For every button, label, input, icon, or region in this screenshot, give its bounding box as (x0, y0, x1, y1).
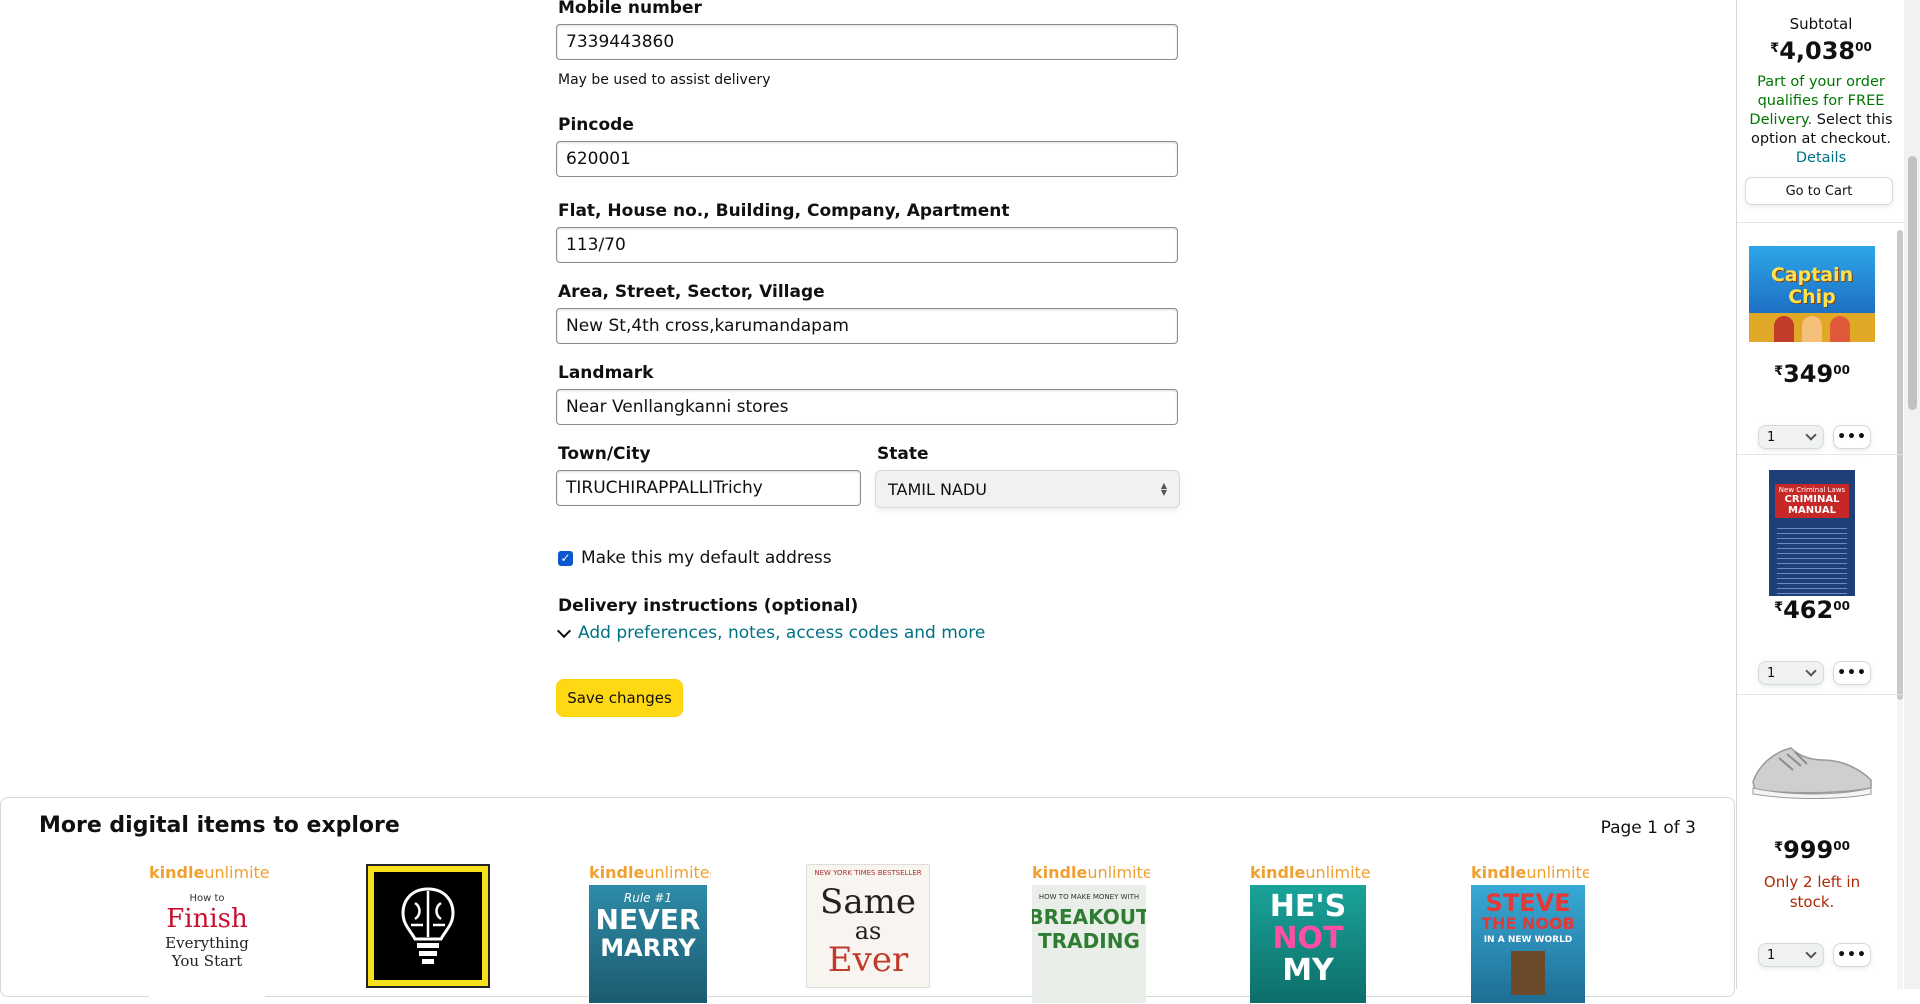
chevron-down-icon (1805, 665, 1817, 677)
town-input[interactable] (556, 470, 861, 506)
book-cover: HOW TO MAKE MONEY WITH BREAKOUT TRADING (1032, 885, 1146, 1003)
default-address-label: Make this my default address (581, 548, 832, 568)
character-figure (1511, 951, 1545, 995)
book-card[interactable]: kindleunlimited HE'S NOT MY (1250, 864, 1370, 1004)
book-card[interactable]: kindleunlimited Rule #1 NEVER MARRY (589, 864, 711, 1004)
mobile-label: Mobile number (558, 0, 702, 18)
cart-item-price: ₹34900 (1774, 360, 1850, 388)
flat-label: Flat, House no., Building, Company, Apar… (558, 201, 1010, 221)
carousel-page-indicator: Page 1 of 3 (1600, 818, 1696, 838)
state-label: State (877, 444, 929, 464)
book-cover: STEVE THE NOOB IN A NEW WORLD (1471, 885, 1585, 1003)
more-options-icon: ••• (1837, 429, 1867, 445)
cart-item-image[interactable] (1749, 734, 1875, 804)
cart-item-image[interactable]: New Criminal Laws CRIMINAL MANUAL (1769, 470, 1855, 596)
state-select-value: TAMIL NADU (888, 479, 987, 499)
book-cover: How to Finish Everything You Start (149, 885, 265, 1003)
more-options-icon: ••• (1837, 665, 1867, 681)
more-digital-items-carousel: More digital items to explore Page 1 of … (0, 797, 1735, 1003)
delivery-instructions-title: Delivery instructions (optional) (558, 596, 859, 616)
cart-item: New Criminal Laws CRIMINAL MANUAL ₹46200… (1737, 454, 1897, 694)
cart-item: Captain Chip ₹34900 1 ••• (1737, 222, 1897, 454)
town-label: Town/City (558, 444, 651, 464)
book-cover: NEW YORK TIMES BESTSELLER Same as Ever (806, 864, 930, 988)
cart-item-image[interactable]: Captain Chip (1749, 246, 1875, 342)
kindle-unlimited-logo: kindleunlimited (1250, 864, 1370, 882)
chevron-down-icon (1805, 429, 1817, 441)
mobile-input[interactable] (556, 24, 1178, 60)
pincode-input[interactable] (556, 141, 1178, 177)
area-label: Area, Street, Sector, Village (558, 282, 825, 302)
book-cover (366, 864, 490, 988)
more-options-button[interactable]: ••• (1833, 425, 1871, 449)
cart-sidebar: Subtotal ₹4,03800 Part of your order qua… (1736, 0, 1905, 989)
cart-item-price: ₹99900 (1774, 836, 1850, 864)
chevron-down-icon (1805, 947, 1817, 959)
more-options-icon: ••• (1837, 947, 1867, 963)
kindle-unlimited-logo: kindleunlimited (1032, 864, 1150, 882)
more-options-button[interactable]: ••• (1833, 661, 1871, 685)
default-address-checkbox[interactable]: ✓ (558, 550, 573, 566)
cart-item-price: ₹46200 (1774, 596, 1850, 624)
landmark-input[interactable] (556, 389, 1178, 425)
delivery-instructions-toggle[interactable]: Add preferences, notes, access codes and… (556, 623, 985, 643)
book-card[interactable]: kindleunlimited How to Finish Everything… (149, 864, 269, 1004)
cart-item: ₹99900 Only 2 left in stock. 1 ••• (1737, 694, 1897, 989)
area-input[interactable] (556, 308, 1178, 344)
carousel-title: More digital items to explore (39, 813, 400, 838)
book-cover: Rule #1 NEVER MARRY (589, 885, 707, 1003)
subtotal-label: Subtotal (1789, 15, 1853, 33)
book-card[interactable]: kindleunlimited STEVE THE NOOB IN A NEW … (1471, 864, 1589, 1004)
default-address-row[interactable]: ✓ Make this my default address (558, 548, 832, 568)
landmark-label: Landmark (558, 363, 654, 383)
save-changes-button[interactable]: Save changes (556, 679, 683, 717)
state-select[interactable]: TAMIL NADU ▲ ▼ (875, 470, 1180, 508)
checkmark-icon: ✓ (560, 550, 571, 565)
brain-bulb-icon (401, 887, 455, 964)
details-link[interactable]: Details (1796, 150, 1846, 166)
address-form-page: Mobile number May be used to assist deli… (0, 0, 1736, 1003)
delivery-instructions-link[interactable]: Add preferences, notes, access codes and… (578, 623, 985, 643)
quantity-select[interactable]: 1 (1758, 425, 1824, 449)
flat-input[interactable] (556, 227, 1178, 263)
pincode-label: Pincode (558, 115, 634, 135)
free-delivery-note: Part of your order qualifies for FREE De… (1749, 74, 1893, 166)
book-card[interactable]: kindleunlimited HOW TO MAKE MONEY WITH B… (1032, 864, 1150, 1004)
select-arrows-icon: ▲ ▼ (1160, 481, 1167, 497)
mobile-hint: May be used to assist delivery (558, 72, 771, 88)
kindle-unlimited-logo: kindleunlimited (149, 864, 269, 882)
book-card[interactable]: NEW YORK TIMES BESTSELLER Same as Ever (806, 864, 934, 1004)
kindle-unlimited-logo: kindleunlimited (589, 864, 711, 882)
quantity-select[interactable]: 1 (1758, 661, 1824, 685)
stock-warning: Only 2 left in stock. (1763, 873, 1861, 911)
page-scrollbar-thumb[interactable] (1908, 156, 1917, 410)
shoe-icon (1752, 747, 1872, 799)
go-to-cart-button[interactable]: Go to Cart (1745, 177, 1893, 205)
subtotal-amount: ₹4,03800 (1770, 37, 1872, 65)
book-cover: HE'S NOT MY (1250, 885, 1366, 1003)
kindle-unlimited-logo: kindleunlimited (1471, 864, 1589, 882)
chevron-down-icon (556, 623, 572, 638)
quantity-select[interactable]: 1 (1758, 943, 1824, 967)
sidebar-scrollbar[interactable] (1897, 230, 1903, 989)
page-scrollbar[interactable] (1904, 0, 1920, 989)
more-options-button[interactable]: ••• (1833, 943, 1871, 967)
book-card[interactable] (366, 864, 494, 1004)
